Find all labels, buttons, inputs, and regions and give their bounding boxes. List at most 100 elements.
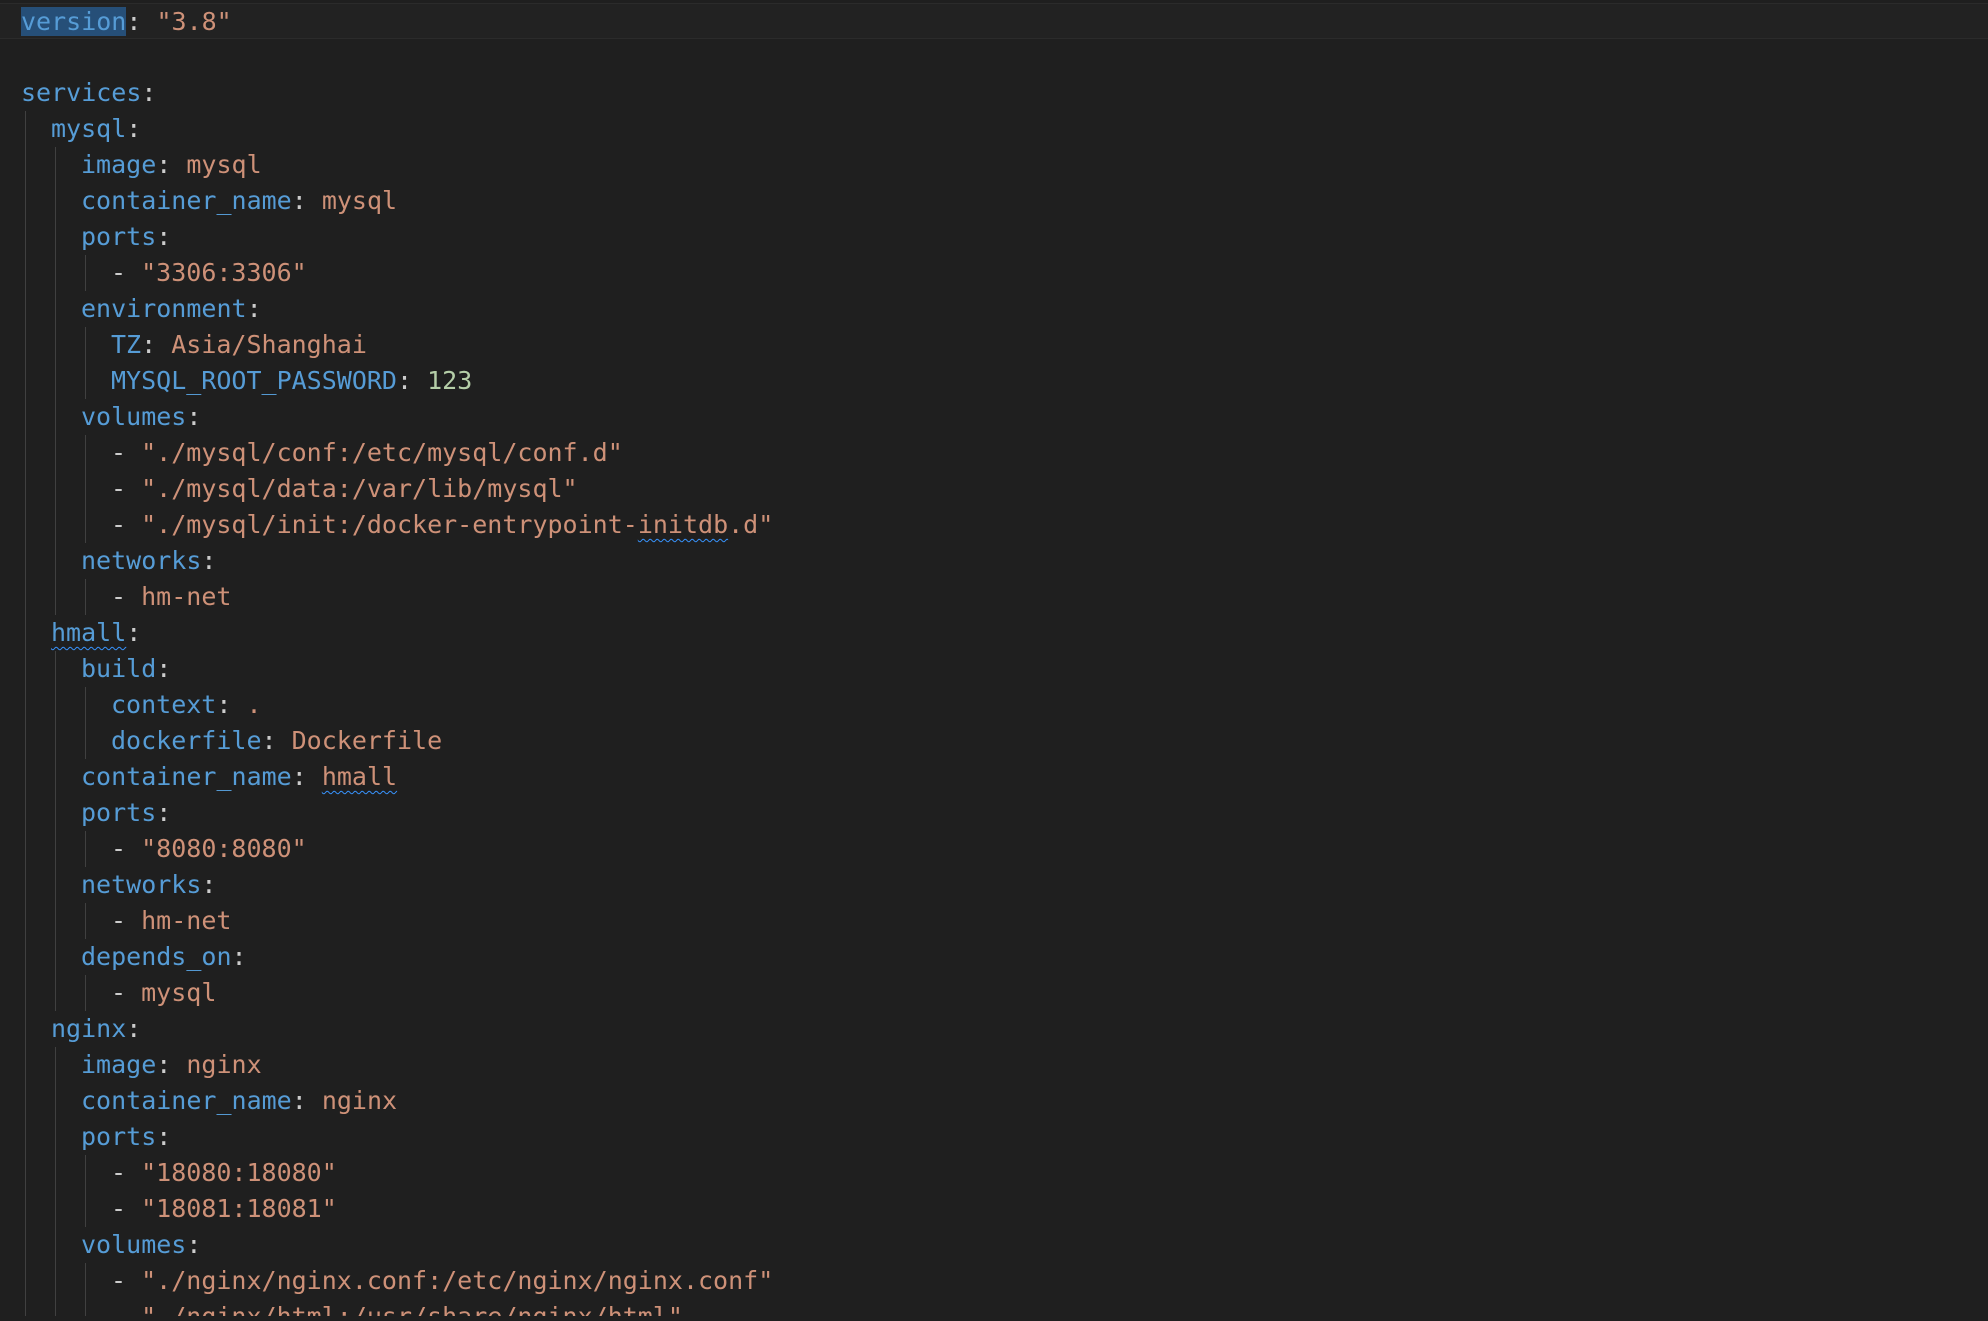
code-line[interactable]: - hm-net <box>0 579 1988 615</box>
code-line[interactable]: nginx: <box>0 1011 1988 1047</box>
code-text: - "18081:18081" <box>111 1191 337 1227</box>
code-text: - mysql <box>111 975 216 1011</box>
yaml-value: "./mysql/init:/docker-entrypoint- <box>141 510 638 539</box>
code-line[interactable]: - "./nginx/nginx.conf:/etc/nginx/nginx.c… <box>0 1263 1988 1299</box>
yaml-punctuation: : <box>246 294 262 323</box>
code-line[interactable]: depends_on: <box>0 939 1988 975</box>
code-line[interactable]: - "18080:18080" <box>0 1155 1988 1191</box>
yaml-value: "18080:18080" <box>141 1158 337 1187</box>
yaml-key: TZ <box>111 330 142 359</box>
yaml-key: volumes <box>81 402 187 431</box>
code-line[interactable]: networks: <box>0 867 1988 903</box>
code-text: build: <box>81 651 171 687</box>
code-line[interactable]: build: <box>0 651 1988 687</box>
yaml-key: container_name <box>81 1086 292 1115</box>
yaml-key: networks <box>81 870 202 899</box>
code-line[interactable]: image: nginx <box>0 1047 1988 1083</box>
code-line[interactable]: ports: <box>0 1119 1988 1155</box>
indent-guide <box>25 111 26 1321</box>
code-line[interactable]: mysql: <box>0 111 1988 147</box>
code-text: image: mysql <box>81 147 262 183</box>
code-line[interactable]: volumes: <box>0 399 1988 435</box>
yaml-punctuation: : <box>231 942 247 971</box>
indent-guide <box>85 903 86 939</box>
code-line[interactable]: - "3306:3306" <box>0 255 1988 291</box>
code-line[interactable]: - "8080:8080" <box>0 831 1988 867</box>
yaml-value: "3306:3306" <box>141 258 307 287</box>
yaml-value: mysql <box>321 186 398 215</box>
code-text: - "18080:18080" <box>111 1155 337 1191</box>
code-text: volumes: <box>81 1227 201 1263</box>
code-text: networks: <box>81 543 216 579</box>
code-line[interactable]: ports: <box>0 795 1988 831</box>
code-line[interactable]: - "./mysql/init:/docker-entrypoint-initd… <box>0 507 1988 543</box>
yaml-value: .d" <box>728 510 774 539</box>
indent-guide <box>55 651 56 1011</box>
yaml-punctuation: - <box>111 258 142 287</box>
yaml-value: nginx <box>321 1086 398 1115</box>
code-text: - "3306:3306" <box>111 255 307 291</box>
code-text: ports: <box>81 219 171 255</box>
code-line[interactable]: hmall: <box>0 615 1988 651</box>
yaml-value: . <box>246 690 262 719</box>
code-line[interactable] <box>0 39 1988 75</box>
yaml-value: "18081:18081" <box>141 1194 337 1223</box>
code-line[interactable]: networks: <box>0 543 1988 579</box>
yaml-punctuation: - <box>111 438 142 467</box>
yaml-key: MYSQL_ROOT_PASSWORD <box>111 366 397 395</box>
code-line[interactable]: - "18081:18081" <box>0 1191 1988 1227</box>
code-editor[interactable]: version: "3.8" services: mysql: image: mysq… <box>0 0 1988 1321</box>
code-line[interactable]: container_name: mysql <box>0 183 1988 219</box>
yaml-punctuation: - <box>111 906 142 935</box>
yaml-punctuation: : <box>156 1050 187 1079</box>
code-line[interactable]: MYSQL_ROOT_PASSWORD: 123 <box>0 363 1988 399</box>
code-text: container_name: nginx <box>81 1083 397 1119</box>
yaml-key: networks <box>81 546 202 575</box>
code-text: image: nginx <box>81 1047 262 1083</box>
yaml-punctuation: - <box>111 1266 142 1295</box>
yaml-punctuation: : <box>156 798 172 827</box>
yaml-punctuation: : <box>126 114 142 143</box>
yaml-punctuation: - <box>111 1194 142 1223</box>
code-text: environment: <box>81 291 262 327</box>
yaml-value: "8080:8080" <box>141 834 307 863</box>
code-text: - "./mysql/conf:/etc/mysql/conf.d" <box>111 435 623 471</box>
yaml-value: hm-net <box>141 906 232 935</box>
indent-guide <box>85 1155 86 1227</box>
indent-guide <box>85 435 86 543</box>
code-line[interactable]: - "./mysql/conf:/etc/mysql/conf.d" <box>0 435 1988 471</box>
code-line[interactable]: container_name: hmall <box>0 759 1988 795</box>
indent-guide <box>85 687 86 759</box>
code-line[interactable]: container_name: nginx <box>0 1083 1988 1119</box>
yaml-value: "./mysql/data:/var/lib/mysql" <box>141 474 578 503</box>
yaml-key: container_name <box>81 762 292 791</box>
code-line[interactable]: image: mysql <box>0 147 1988 183</box>
yaml-punctuation: : <box>156 222 172 251</box>
yaml-punctuation: : <box>186 402 202 431</box>
code-line[interactable]: environment: <box>0 291 1988 327</box>
yaml-value: hmall <box>321 762 398 791</box>
code-line[interactable]: services: <box>0 75 1988 111</box>
code-line[interactable]: ports: <box>0 219 1988 255</box>
code-text: - "./nginx/nginx.conf:/etc/nginx/nginx.c… <box>111 1263 773 1299</box>
code-line[interactable]: version: "3.8" <box>0 3 1988 39</box>
code-text: - "./mysql/init:/docker-entrypoint-initd… <box>111 507 773 543</box>
code-line[interactable]: TZ: Asia/Shanghai <box>0 327 1988 363</box>
yaml-punctuation: : <box>186 1230 202 1259</box>
indent-guide <box>85 579 86 615</box>
code-line[interactable]: - "./mysql/data:/var/lib/mysql" <box>0 471 1988 507</box>
code-line[interactable]: dockerfile: Dockerfile <box>0 723 1988 759</box>
yaml-key: container_name <box>81 186 292 215</box>
code-text: - hm-net <box>111 579 231 615</box>
code-line[interactable]: - mysql <box>0 975 1988 1011</box>
code-text: container_name: mysql <box>81 183 397 219</box>
code-text: depends_on: <box>81 939 247 975</box>
yaml-punctuation: : <box>156 150 187 179</box>
code-line[interactable]: - hm-net <box>0 903 1988 939</box>
code-text: context: . <box>111 687 262 723</box>
code-line[interactable]: volumes: <box>0 1227 1988 1263</box>
yaml-punctuation: : <box>201 546 217 575</box>
yaml-value: Asia/Shanghai <box>171 330 367 359</box>
code-line[interactable]: context: . <box>0 687 1988 723</box>
code-text: services: <box>21 75 156 111</box>
